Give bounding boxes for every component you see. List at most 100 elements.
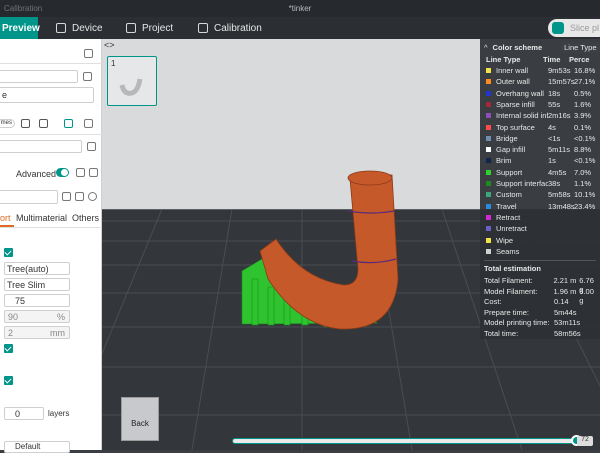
raft-mm-value: 2 [8, 328, 14, 338]
copy-icon[interactable] [75, 192, 84, 201]
tab-project-label: Project [142, 22, 174, 34]
legend-swatch [486, 147, 491, 153]
legend-item[interactable]: Retract [486, 212, 600, 223]
tab-calibration[interactable]: Calibration [198, 17, 262, 39]
legend-item[interactable]: Gap infill 5m11s 8.8% [486, 144, 600, 155]
legend-item-percent: 0.5% [574, 88, 592, 98]
printer-select[interactable] [0, 70, 78, 83]
tab-support[interactable]: ort [0, 213, 11, 223]
legend-item-percent: <0.1% [574, 156, 596, 166]
legend-item[interactable]: Custom 5m58s 10.1% [486, 189, 600, 200]
remove-filament-icon[interactable] [39, 119, 48, 128]
legend-item-name: Top surface [496, 122, 535, 132]
estimation-value-2: 6.76 g [579, 276, 594, 294]
sync-filament-icon[interactable] [64, 119, 73, 128]
legend-swatch [486, 101, 491, 107]
support-filament-select[interactable]: Default [4, 441, 70, 453]
legend-swatch [486, 68, 491, 73]
legend-item[interactable]: Overhang wall 18s 0.5% [486, 88, 600, 99]
slice-icon [552, 22, 564, 34]
divider [0, 227, 102, 228]
legend-swatch [486, 113, 491, 119]
legend-item-time: 4m5s [548, 167, 567, 177]
project-icon [126, 23, 136, 33]
search-settings-input[interactable] [0, 190, 58, 204]
tab-device[interactable]: Device [56, 17, 103, 39]
legend-item-percent: 23.4% [574, 201, 596, 211]
legend-item[interactable]: Internal solid infill 2m16s 3.9% [486, 110, 600, 121]
threshold-angle-input[interactable]: 75 [4, 294, 70, 307]
estimation-value: 5m44s [554, 307, 577, 317]
slice-plate-button[interactable]: Slice pl [548, 19, 600, 37]
legend-swatch [486, 135, 491, 141]
legend-item[interactable]: Outer wall 15m57s 27.1% [486, 76, 600, 87]
tab-multimaterial[interactable]: Multimaterial [16, 213, 67, 223]
tab-project[interactable]: Project [126, 17, 173, 39]
support-type-select[interactable]: Tree(auto) [4, 262, 70, 275]
legend-item-time: 13m48s [548, 201, 575, 211]
advanced-toggle[interactable] [56, 168, 69, 177]
plate-type-select[interactable]: e [0, 87, 94, 103]
filament-settings-icon[interactable] [84, 119, 93, 128]
estimation-value: 53m11s [554, 318, 581, 327]
raft-layers-input[interactable]: 0 [4, 407, 44, 420]
legend-item-name: Support [496, 167, 523, 177]
legend-item-percent: 16.8% [574, 66, 596, 75]
critical-regions-checkbox[interactable] [4, 376, 13, 385]
col-line-type: Line Type [486, 55, 521, 64]
legend-swatch [486, 79, 491, 85]
legend-item[interactable]: Inner wall 9m53s 16.8% [486, 65, 600, 76]
compare-icon[interactable] [76, 168, 85, 177]
legend-item[interactable]: Support interface 38s 1.1% [486, 178, 600, 189]
legend-item[interactable]: Sparse infill 55s 1.6% [486, 99, 600, 110]
legend-item-percent: 1.1% [574, 179, 592, 188]
legend-item-percent: 8.8% [574, 145, 592, 155]
legend-item-name: Sparse infill [496, 99, 535, 109]
color-scheme-legend: ^ Color scheme Line Type Line Type Time … [480, 39, 600, 339]
save-icon[interactable] [62, 192, 71, 201]
device-icon [56, 23, 66, 33]
search-icon[interactable] [88, 192, 97, 201]
legend-item[interactable]: Travel 13m48s 23.4% [486, 201, 600, 212]
threshold-pct-input[interactable]: 90% [4, 310, 70, 323]
legend-item[interactable]: Top surface 4s 0.1% [486, 122, 600, 133]
estimation-value: 1.96 m [553, 286, 577, 296]
enable-support-checkbox[interactable] [4, 248, 13, 257]
on-build-plate-checkbox[interactable] [4, 344, 13, 353]
settings-panel: e mes Advanced ort Multimaterial Others … [0, 39, 102, 453]
legend-swatch [486, 169, 491, 175]
plate-type-value: e [2, 90, 8, 100]
support-style-select[interactable]: Tree Slim [4, 278, 70, 291]
edit-icon[interactable] [83, 72, 92, 81]
legend-item[interactable]: Wipe [486, 235, 600, 246]
view-cube[interactable]: Back [121, 397, 159, 441]
estimation-value: 0.14 [554, 297, 569, 306]
divider [484, 260, 596, 261]
tab-preview[interactable]: Preview [0, 17, 40, 39]
support-style-value: Tree Slim [7, 280, 46, 290]
process-settings-icon[interactable] [89, 168, 98, 177]
legend-item-name: Wipe [496, 235, 514, 245]
legend-item[interactable]: Bridge <1s <0.1% [486, 133, 600, 144]
settings-adjust-icon[interactable] [84, 49, 93, 58]
filament-chip[interactable]: mes [0, 119, 15, 128]
tab-others[interactable]: Others [72, 213, 99, 223]
add-filament-icon[interactable] [21, 119, 30, 128]
legend-item-name: Brim [496, 156, 512, 166]
legend-item-time: 15m57s [548, 77, 575, 87]
layer-slider[interactable] [232, 435, 582, 446]
legend-item[interactable]: Support 4m5s 7.0% [486, 167, 600, 178]
line-type-select[interactable]: Line Type [561, 41, 600, 53]
legend-item-percent: 10.1% [574, 190, 596, 200]
estimation-row: Model printing time: 53m11s [484, 318, 600, 328]
process-select[interactable] [0, 140, 82, 153]
process-edit-icon[interactable] [87, 142, 96, 151]
legend-item[interactable]: Brim 1s <0.1% [486, 155, 600, 166]
legend-header[interactable]: ^ Color scheme Line Type [484, 41, 600, 53]
legend-item[interactable]: Seams [486, 246, 600, 257]
layer-number: 72 [577, 436, 593, 446]
legend-item[interactable]: Unretract [486, 223, 600, 234]
raft-mm-input[interactable]: 2 mm [4, 326, 70, 339]
legend-item-time: 5m11s [548, 145, 570, 155]
collapse-legend-icon[interactable]: ^ [484, 43, 488, 52]
